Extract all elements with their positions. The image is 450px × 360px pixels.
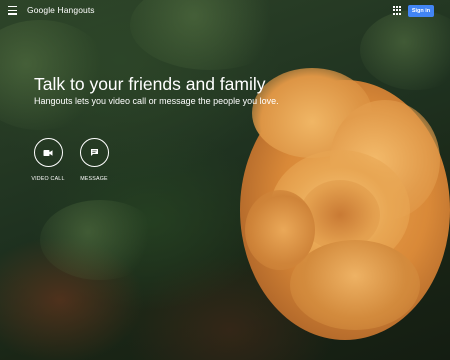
brand-logo[interactable]: Google Hangouts xyxy=(27,5,95,15)
sign-in-button[interactable]: Sign in xyxy=(408,5,434,17)
video-call-circle[interactable] xyxy=(33,138,63,167)
video-camera-icon xyxy=(43,149,53,156)
hero-title: Talk to your friends and family xyxy=(34,74,266,94)
top-bar: Google Hangouts Sign in xyxy=(0,0,450,22)
hero-subtitle: Hangouts lets you video call or message … xyxy=(34,96,279,106)
video-call-button[interactable]: VIDEO CALL xyxy=(28,138,68,182)
message-label: MESSAGE xyxy=(80,176,108,182)
message-circle[interactable] xyxy=(79,138,109,167)
apps-grid-icon[interactable] xyxy=(393,6,402,15)
video-call-label: VIDEO CALL xyxy=(31,176,65,182)
message-button[interactable]: MESSAGE xyxy=(74,138,114,182)
message-icon xyxy=(90,149,98,156)
menu-icon[interactable] xyxy=(8,6,18,16)
